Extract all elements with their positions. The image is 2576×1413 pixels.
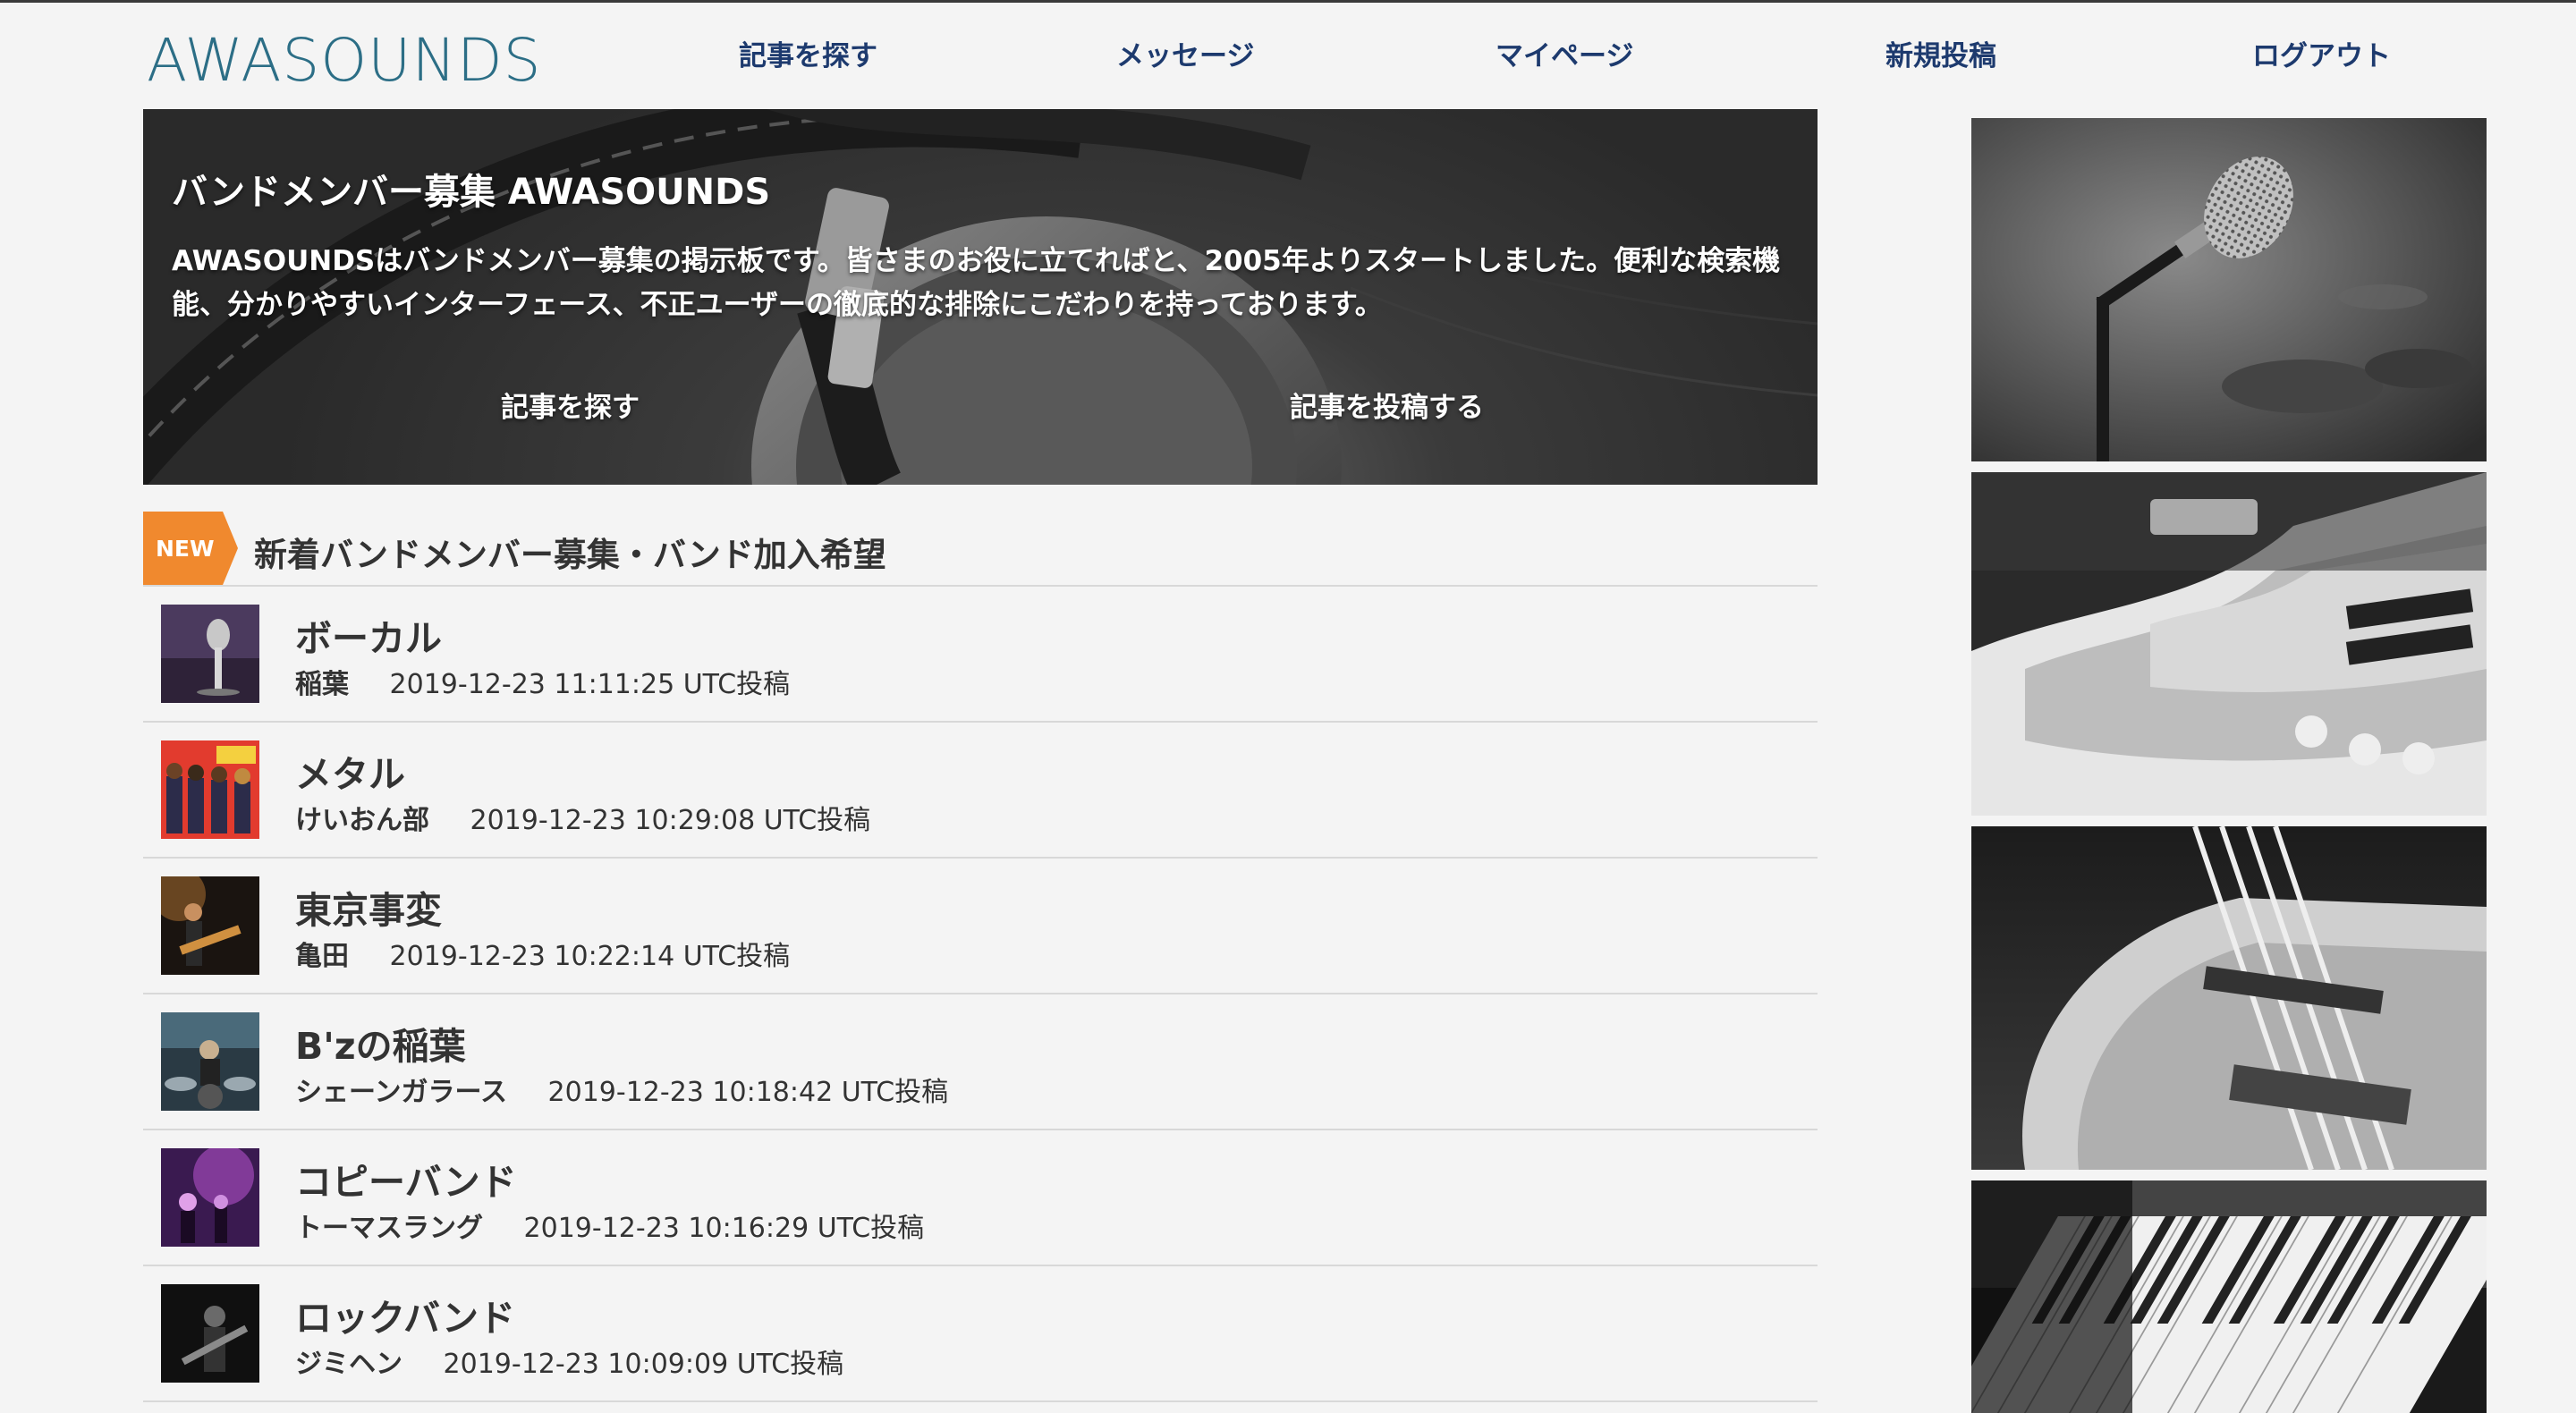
nav-mypage[interactable]: マイページ [1496,33,1633,73]
post-list: ボーカル 稲葉 2019-12-23 11:11:25 UTC投稿 メタル けい… [143,587,1818,1402]
post-item[interactable]: 東京事変 亀田 2019-12-23 10:22:14 UTC投稿 [143,859,1818,994]
post-title[interactable]: コピーバンド [295,1152,517,1206]
anime-band-thumbnail[interactable] [161,740,259,839]
post-title[interactable]: 東京事変 [295,880,442,934]
post-item[interactable]: ボーカル 稲葉 2019-12-23 11:11:25 UTC投稿 [143,587,1818,723]
nav-new-post[interactable]: 新規投稿 [1885,33,1996,73]
nav-messages[interactable]: メッセージ [1116,33,1254,73]
post-item[interactable]: ロックバンド ジミヘン 2019-12-23 10:09:09 UTC投稿 [143,1266,1818,1402]
post-title[interactable]: B'zの稲葉 [295,1016,466,1070]
rock-guitar-thumbnail[interactable] [161,1284,259,1383]
microphone-thumbnail[interactable] [161,605,259,703]
post-item[interactable]: B'zの稲葉 シェーンガラース 2019-12-23 10:18:42 UTC投… [143,994,1818,1130]
post-author: けいおん部 [295,805,429,836]
site-logo[interactable]: AWASOUNDS [147,26,542,95]
post-meta: ジミヘン 2019-12-23 10:09:09 UTC投稿 [295,1341,843,1381]
nav-search-articles[interactable]: 記事を探す [739,33,877,73]
piano-keys-photo [1971,1180,2487,1413]
section-title: 新着バンドメンバー募集・バンド加入希望 [254,536,886,574]
post-title[interactable]: ロックバンド [295,1288,515,1341]
hero-search-button[interactable]: 記事を探す [501,385,640,425]
hero-post-button[interactable]: 記事を投稿する [1290,385,1484,425]
hero-description: AWASOUNDSはバンドメンバー募集の掲示板です。皆さまのお役に立てればと、2… [172,245,1781,321]
post-author: 稲葉 [295,669,349,700]
post-item[interactable]: メタル けいおん部 2019-12-23 10:29:08 UTC投稿 [143,723,1818,859]
electric-guitar-photo [1971,472,2487,816]
new-posts-header: NEW 新着バンドメンバー募集・バンド加入希望 [143,512,1818,587]
post-timestamp: 2019-12-23 10:22:14 UTC投稿 [389,941,791,972]
post-timestamp: 2019-12-23 10:09:09 UTC投稿 [443,1349,844,1380]
post-author: ジミヘン [295,1349,402,1380]
concert-thumbnail[interactable] [161,1148,259,1247]
guitarist-thumbnail[interactable] [161,876,259,975]
post-timestamp: 2019-12-23 10:16:29 UTC投稿 [523,1213,925,1244]
post-author: トーマスラング [295,1213,483,1244]
post-meta: 亀田 2019-12-23 10:22:14 UTC投稿 [295,934,790,973]
post-author: 亀田 [295,941,349,972]
post-meta: けいおん部 2019-12-23 10:29:08 UTC投稿 [295,798,870,837]
post-timestamp: 2019-12-23 11:11:25 UTC投稿 [389,669,791,700]
post-title[interactable]: ボーカル [295,608,442,662]
drummer-thumbnail[interactable] [161,1012,259,1111]
bass-guitar-photo [1971,826,2487,1170]
post-timestamp: 2019-12-23 10:18:42 UTC投稿 [547,1077,949,1108]
post-author: シェーンガラース [295,1077,507,1108]
nav-logout[interactable]: ログアウト [2252,33,2391,73]
hero-title: バンドメンバー募集 AWASOUNDS [172,172,771,213]
site-header: AWASOUNDS 記事を探す メッセージ マイページ 新規投稿 ログアウト [0,3,2576,110]
post-title[interactable]: メタル [295,744,405,798]
post-timestamp: 2019-12-23 10:29:08 UTC投稿 [470,805,871,836]
new-badge: NEW [143,512,238,585]
microphone-photo [1971,118,2487,461]
post-meta: トーマスラング 2019-12-23 10:16:29 UTC投稿 [295,1206,924,1245]
post-item[interactable]: コピーバンド トーマスラング 2019-12-23 10:16:29 UTC投稿 [143,1130,1818,1266]
hero-banner: バンドメンバー募集 AWASOUNDS AWASOUNDSはバンドメンバー募集の… [143,109,1818,485]
post-meta: 稲葉 2019-12-23 11:11:25 UTC投稿 [295,662,790,701]
post-meta: シェーンガラース 2019-12-23 10:18:42 UTC投稿 [295,1070,948,1109]
